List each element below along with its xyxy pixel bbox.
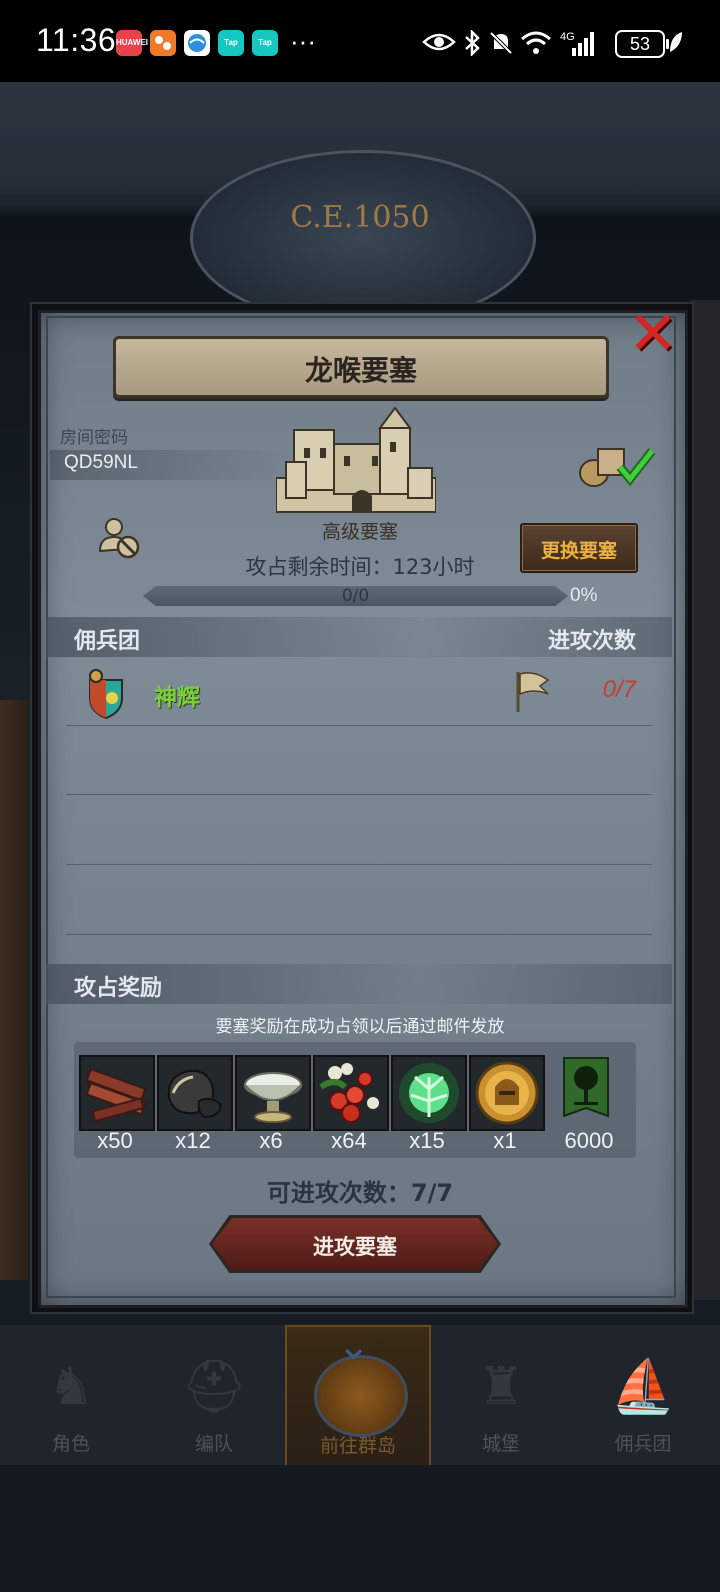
ship-icon: ⛵ <box>610 1357 676 1417</box>
nav-item-role[interactable]: ♞ 角色 <box>0 1325 142 1465</box>
globe-app-icon <box>184 30 210 56</box>
knight-icon: ♞ <box>47 1357 95 1417</box>
gold-helmet-medal-icon[interactable] <box>469 1055 545 1131</box>
network-type: 4G <box>560 31 575 43</box>
row-divider <box>66 725 652 726</box>
mercenary-attempts: 0/7 <box>602 676 636 703</box>
reward-count: x15 <box>409 1128 445 1153</box>
nav-item-islands[interactable]: ⌄ 前往群岛 <box>285 1323 431 1469</box>
mute-bell-icon <box>489 31 513 55</box>
leaf-icon <box>670 32 682 52</box>
available-attacks: 可进攻次数：7/7 <box>266 1179 454 1207</box>
reward-count: 6000 <box>564 1128 614 1153</box>
right-side-strip <box>690 300 720 1300</box>
dialog-title: 龙喉要塞 <box>304 354 417 387</box>
red-berries-icon[interactable] <box>313 1055 389 1131</box>
wood-planks-icon[interactable] <box>79 1055 155 1131</box>
attack-fortress-button[interactable]: 进攻要塞 <box>209 1215 501 1273</box>
black-stone-icon[interactable] <box>157 1055 233 1131</box>
fortress-castle-icon <box>276 406 436 513</box>
progress-count: 0/0 <box>341 586 370 606</box>
progress-percent: 0% <box>570 585 598 606</box>
close-icon: ✕ <box>627 299 679 369</box>
close-button[interactable]: ✕ <box>624 299 682 369</box>
mercenary-row[interactable]: 神辉 0/7 <box>46 660 672 724</box>
attempts-header-label: 进攻次数 <box>547 629 636 654</box>
remaining-time: 攻占剩余时间：123小时 <box>245 555 475 579</box>
era-medallion <box>190 150 536 326</box>
wifi-icon <box>521 31 551 54</box>
title-banner: 龙喉要塞 <box>113 336 609 398</box>
nav-label: 角色 <box>51 1433 90 1455</box>
rewards-header-label: 攻占奖励 <box>74 976 163 1001</box>
status-bar: 11:36 HUAWEI Tap Tap ··· 4G 53 <box>0 0 720 82</box>
footer-area <box>0 1465 720 1592</box>
rewards-section-header: 攻占奖励 <box>46 964 672 1004</box>
huawei-app-icon: HUAWEI <box>116 30 148 56</box>
mercenary-name: 神辉 <box>154 685 200 711</box>
green-spirit-icon[interactable] <box>391 1055 467 1131</box>
bluetooth-icon <box>465 30 480 56</box>
reward-note: 要塞奖励在成功占领以后通过邮件发放 <box>215 1017 505 1037</box>
more-notifications-icon: ··· <box>290 26 316 56</box>
mercenary-section-header: 佣兵团 进攻次数 <box>46 617 672 657</box>
rewards-received-icon[interactable] <box>576 443 656 489</box>
row-divider <box>66 934 652 935</box>
taptap-app-icon-2: Tap <box>252 30 278 56</box>
room-code-value: QD59NL <box>64 452 138 473</box>
photo-app-icon <box>150 30 176 56</box>
taptap-app-icon-1: Tap <box>218 30 244 56</box>
signal-icon: 4G <box>560 31 594 56</box>
nav-item-castle[interactable]: ♜ 城堡 <box>430 1325 572 1465</box>
chevron-down-icon: ⌄ <box>337 1323 371 1369</box>
reward-count: x50 <box>97 1128 133 1153</box>
attack-button-label: 进攻要塞 <box>313 1235 397 1259</box>
battery-indicator: 53 <box>615 30 669 58</box>
row-divider <box>66 794 652 795</box>
nav-item-formation[interactable]: ⛑ 编队 <box>143 1325 285 1465</box>
guild-shield-icon <box>89 669 123 720</box>
tree-banner-icon[interactable] <box>558 1056 614 1126</box>
nav-label: 佣兵团 <box>614 1433 672 1455</box>
silver-bowl-icon[interactable] <box>235 1055 311 1131</box>
nav-label: 编队 <box>194 1433 233 1455</box>
room-code-label: 房间密码 <box>60 428 128 448</box>
status-time: 11:36 <box>36 22 117 58</box>
era-label: C.E.1050 <box>290 200 430 235</box>
flag-icon <box>516 672 550 712</box>
nav-label: 城堡 <box>481 1433 520 1455</box>
reward-count: x64 <box>331 1128 367 1153</box>
nav-item-mercenary[interactable]: ⛵ 佣兵团 <box>572 1325 714 1465</box>
castle-icon: ♜ <box>477 1357 525 1417</box>
reward-count: x6 <box>259 1128 283 1153</box>
reward-count: x12 <box>175 1128 211 1153</box>
nav-label: 前往群岛 <box>319 1435 396 1457</box>
helmet-icon: ⛑ <box>180 1357 247 1417</box>
reward-count: x1 <box>493 1128 517 1153</box>
mercenary-header-label: 佣兵团 <box>74 629 141 654</box>
row-divider <box>66 864 652 865</box>
eye-icon <box>422 33 456 51</box>
